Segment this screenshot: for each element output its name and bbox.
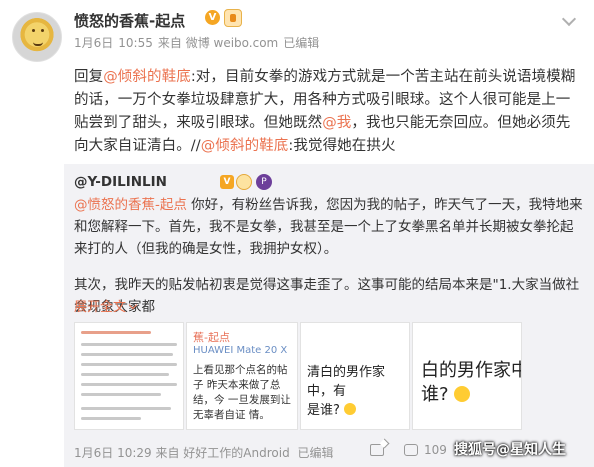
avatar-face (31, 29, 45, 39)
thumb-line (81, 383, 177, 386)
verified-v-icon: V (220, 175, 234, 189)
thumbnail-image[interactable]: 清白的男作家中，有 是谁? (300, 322, 410, 430)
thumb-line (81, 407, 171, 410)
mention-link[interactable]: @倾斜的鞋底 (103, 69, 191, 85)
edited-label[interactable]: 已编辑 (298, 446, 334, 460)
thumb-text: 清白的男作家中，有 是谁? (307, 363, 409, 420)
thumbnail-image[interactable]: 白的男作家中， 谁? (412, 322, 522, 430)
thumb-text-line: 清白的男作家中，有 (307, 365, 386, 399)
mention-link[interactable]: @我 (322, 115, 351, 131)
edited-label[interactable]: 已编辑 (283, 36, 319, 50)
comment-count[interactable]: 109 (424, 443, 447, 457)
avatar-mouth (33, 42, 43, 46)
thumb-text-line: 白的男作家中， (421, 360, 521, 381)
post-body-text: :我觉得她在拱火 (288, 138, 396, 154)
mention-link[interactable]: @愤怒的香蕉-起点 (74, 197, 187, 213)
expand-label: 展开全文 (74, 300, 127, 315)
thumbnail-image[interactable] (74, 322, 184, 430)
rank-badge-icon (236, 174, 252, 190)
post-meta: 1月6日 10:55 来自 微博 weibo.com 已编辑 (74, 34, 324, 51)
thumb-device: HUAWEI Mate 20 X (193, 345, 288, 356)
chevron-down-icon[interactable] (561, 11, 577, 27)
thumb-text: 上看见那个点名的帖子 昨天本来做了总结，今 一旦发展到让无辜者自证 情。 (193, 364, 291, 421)
rank-badge-icon (224, 9, 242, 27)
mention-link[interactable]: @倾斜的鞋底 (201, 138, 289, 154)
thumb-text-fragment: 是谁? (307, 403, 340, 418)
chevron-down-icon (128, 300, 138, 310)
comment-icon[interactable] (404, 444, 418, 456)
thumb-line (81, 353, 173, 356)
repost-username[interactable]: @Y-DILINLIN (74, 174, 167, 190)
sunglasses-emoji-icon (454, 386, 471, 402)
thumb-line (81, 331, 151, 334)
thumb-line (81, 363, 177, 366)
watermark: 搜狐号@星知人生 (454, 442, 566, 458)
weibo-card: 愤怒的香蕉-起点 V 1月6日 10:55 来自 微博 weibo.com 已编辑 回… (0, 0, 594, 467)
p-badge-icon: P (256, 174, 272, 190)
reply-prefix: 回复 (74, 69, 104, 85)
post-time[interactable]: 10:55 (118, 36, 153, 50)
thumb-text-line: 谁? (421, 383, 521, 407)
verified-v-icon: V (205, 10, 220, 25)
thumbnail-image[interactable]: 蕉-起点 HUAWEI Mate 20 X 上看见那个点名的帖子 昨天本来做了总… (186, 322, 298, 430)
repost-body: @愤怒的香蕉-起点 你好，有粉丝告诉我，您因为我的帖子，昨天气了一天，我特地来和… (74, 194, 584, 260)
post-username[interactable]: 愤怒的香蕉-起点 (74, 10, 185, 31)
thumb-line (81, 417, 141, 420)
sunglasses-emoji-icon (344, 403, 357, 415)
user-avatar[interactable] (12, 12, 62, 62)
post-source: 来自 微博 weibo.com (157, 36, 279, 50)
repost-footer-meta: 1月6日 10:29 来自 好好工作的Android 已编辑 (74, 444, 334, 461)
thumb-text-line: 是谁? (307, 401, 409, 420)
thumb-line (81, 393, 161, 396)
repost-time[interactable]: 1月6日 10:29 来自 好好工作的Android (74, 446, 290, 460)
repost-body-second: 其次，我昨天的贴发帖初衷是觉得这事走歪了。这事可能的结局本来是"1.大家当做社会… (74, 277, 580, 315)
thumb-text-fragment: 谁? (421, 384, 449, 405)
post-body: 回复@倾斜的鞋底:对，目前女拳的游戏方式就是一个苦主站在前头说语境模糊的话，一万… (74, 66, 580, 158)
share-icon[interactable] (370, 444, 384, 456)
thumb-text: 白的男作家中， 谁? (421, 359, 521, 407)
thumb-line (81, 373, 169, 376)
thumb-header: 蕉-起点 (193, 331, 230, 344)
expand-full-text-link[interactable]: 展开全文 (74, 296, 138, 315)
post-date[interactable]: 1月6日 (74, 36, 113, 50)
thumb-line (81, 343, 177, 346)
